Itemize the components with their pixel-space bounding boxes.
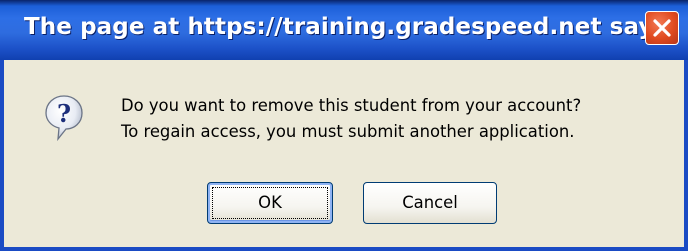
window-border-right	[684, 60, 688, 251]
dialog-title: The page at https://training.gradespeed.…	[24, 14, 677, 40]
close-button[interactable]	[645, 11, 679, 45]
message-line: To regain access, you must submit anothe…	[121, 122, 575, 141]
cancel-button[interactable]: Cancel	[363, 182, 497, 224]
ok-button[interactable]: OK	[207, 182, 333, 224]
svg-text:?: ?	[57, 99, 71, 128]
dialog-titlebar[interactable]: The page at https://training.gradespeed.…	[0, 0, 688, 60]
window-border-left	[0, 60, 4, 251]
alert-dialog: The page at https://training.gradespeed.…	[0, 0, 688, 251]
close-icon	[653, 19, 671, 37]
focus-ring	[212, 187, 328, 219]
window-border-bottom	[0, 247, 688, 251]
cancel-button-label: Cancel	[402, 193, 458, 212]
message-line: Do you want to remove this student from …	[121, 96, 582, 115]
question-icon: ?	[45, 95, 83, 142]
dialog-message: Do you want to remove this student from …	[121, 93, 581, 145]
